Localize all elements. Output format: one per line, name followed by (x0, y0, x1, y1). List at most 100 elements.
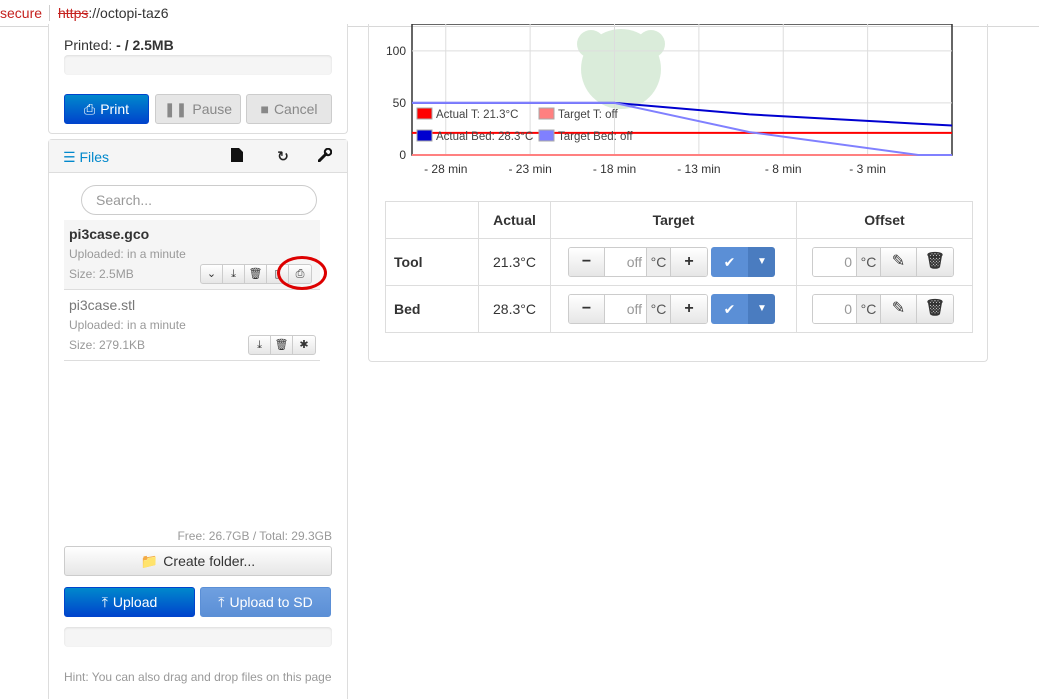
y-tick-label: 0 (399, 148, 406, 162)
x-tick-label: - 8 min (765, 162, 802, 176)
x-tick-label: - 13 min (677, 162, 720, 176)
upload-sd-button[interactable]: ⤒ Upload to SD (200, 587, 331, 617)
actual-temp: 28.3°C (478, 285, 551, 333)
caret-down-icon[interactable]: ▼ (749, 294, 775, 324)
address-bar[interactable]: secure https://octopi-taz6 (0, 0, 1039, 27)
file-uploaded: Uploaded: in a minute (69, 318, 186, 332)
target-input[interactable]: off (605, 248, 647, 276)
legend-swatch (416, 129, 433, 142)
cancel-button-label: Cancel (273, 101, 318, 117)
edit-offset-icon[interactable]: ✎ (881, 295, 917, 323)
new-file-icon[interactable] (229, 148, 245, 164)
target-input-group: − off °C + (568, 247, 708, 277)
url-host: ://octopi-taz6 (88, 5, 169, 21)
decrement-button[interactable]: − (569, 248, 605, 276)
decrement-button[interactable]: − (569, 295, 605, 323)
legend-label: Target Bed: off (558, 131, 633, 143)
file-search-input[interactable]: Search... (81, 185, 317, 215)
y-tick-label: 100 (386, 44, 406, 58)
set-target-split-button: ✔ ▼ (711, 294, 775, 324)
expand-icon[interactable]: ⌄ (201, 265, 223, 283)
highlight-circle (277, 256, 327, 290)
drag-drop-hint: Hint: You can also drag and drop files o… (64, 670, 332, 684)
printed-status: Printed: - / 2.5MB (64, 37, 174, 53)
check-icon[interactable]: ✔ (711, 294, 749, 324)
upload-icon: ⤒ (218, 594, 225, 610)
delete-offset-icon[interactable]: 🗑 (917, 295, 953, 323)
target-controls: − off °C + ✔ ▼ (550, 238, 797, 286)
caret-down-icon[interactable]: ▼ (749, 247, 775, 277)
increment-button[interactable]: + (671, 295, 707, 323)
upload-label: Upload (112, 594, 158, 610)
legend-swatch (538, 129, 555, 142)
unit-label: °C (647, 248, 671, 276)
upload-sd-label: Upload to SD (229, 594, 313, 610)
wrench-icon[interactable] (317, 147, 333, 164)
graph-legend: Actual T: 21.3°C Target T: off Actual Bed:… (416, 107, 633, 143)
actual-temp: 21.3°C (478, 238, 551, 286)
security-indicator[interactable]: secure (0, 0, 42, 26)
files-title: ☰ Files (63, 149, 109, 166)
row-label: Tool (385, 238, 479, 286)
printed-label: Printed: (64, 37, 113, 53)
upload-button[interactable]: ⤒ Upload (64, 587, 195, 617)
delete-icon[interactable]: 🗑 (245, 265, 267, 283)
files-title-label: Files (79, 149, 110, 165)
header-offset: Offset (796, 201, 973, 239)
create-folder-label: Create folder... (163, 553, 256, 569)
unit-label: °C (647, 295, 671, 323)
check-icon[interactable]: ✔ (711, 247, 749, 277)
x-axis-ticks: - 28 min - 23 min - 18 min - 13 min - 8 min -… (424, 162, 886, 176)
delete-offset-icon[interactable]: 🗑 (917, 248, 953, 276)
files-panel: ☰ Files ↻ Search... pi3case.gco Uploaded… (48, 139, 348, 699)
legend-label: Target T: off (558, 109, 618, 121)
file-size: Size: 279.1KB (69, 338, 146, 352)
unit-label: °C (857, 248, 881, 276)
y-axis-ticks: 100 50 0 (386, 44, 406, 162)
print-icon: ⎙ (84, 101, 96, 117)
print-button-label: Print (100, 101, 129, 117)
target-input[interactable]: off (605, 295, 647, 323)
edit-offset-icon[interactable]: ✎ (881, 248, 917, 276)
offset-input[interactable]: 0 (813, 295, 857, 323)
increment-button[interactable]: + (671, 248, 707, 276)
print-button[interactable]: ⎙ Print (64, 94, 149, 124)
address-separator (49, 5, 50, 21)
offset-controls: 0 °C ✎ 🗑 (796, 285, 973, 333)
x-tick-label: - 3 min (849, 162, 886, 176)
url-protocol: https (58, 5, 89, 21)
slice-icon[interactable]: ✱ (293, 336, 315, 354)
delete-icon[interactable]: 🗑 (271, 336, 293, 354)
offset-input-group: 0 °C ✎ 🗑 (812, 294, 954, 324)
offset-controls: 0 °C ✎ 🗑 (796, 238, 973, 286)
y-tick-label: 50 (393, 96, 407, 110)
header-label (385, 201, 479, 239)
file-name: pi3case.gco (69, 226, 150, 242)
file-name: pi3case.stl (69, 297, 136, 313)
download-icon[interactable]: ⤓ (249, 336, 271, 354)
x-tick-label: - 18 min (593, 162, 636, 176)
x-tick-label: - 28 min (424, 162, 467, 176)
x-tick-label: - 23 min (508, 162, 551, 176)
header-target: Target (550, 201, 797, 239)
cancel-button[interactable]: ■ Cancel (246, 94, 332, 124)
url-text[interactable]: https://octopi-taz6 (58, 0, 169, 26)
download-icon[interactable]: ⤓ (223, 265, 245, 283)
file-list-item[interactable]: pi3case.stl Uploaded: in a minute Size: … (64, 291, 320, 361)
watermark-logo (577, 29, 665, 109)
stop-icon: ■ (260, 101, 269, 117)
pause-button[interactable]: ❚❚ Pause (155, 94, 241, 124)
temperature-panel: 100 50 0 - 28 min - 23 min - 18 min - 13 min -… (368, 24, 988, 362)
target-controls: − off °C + ✔ ▼ (550, 285, 797, 333)
offset-input[interactable]: 0 (813, 248, 857, 276)
state-panel: Printed: - / 2.5MB ⎙ Print ❚❚ Pause ■ Cance… (48, 24, 348, 134)
temperature-table: Actual Target Offset Tool 21.3°C − off °… (385, 201, 973, 333)
create-folder-button[interactable]: 📁 Create folder... (64, 546, 332, 576)
upload-icon: ⤒ (101, 594, 108, 610)
legend-label: Actual Bed: 28.3°C (436, 131, 533, 143)
bed-row: Bed 28.3°C − off °C + ✔ ▼ 0 °C ✎ 🗑 (385, 285, 973, 333)
folder-icon: 📁 (140, 553, 159, 569)
refresh-icon[interactable]: ↻ (275, 148, 291, 164)
print-progress-bar (64, 55, 332, 75)
pause-icon: ❚❚ (163, 101, 188, 117)
